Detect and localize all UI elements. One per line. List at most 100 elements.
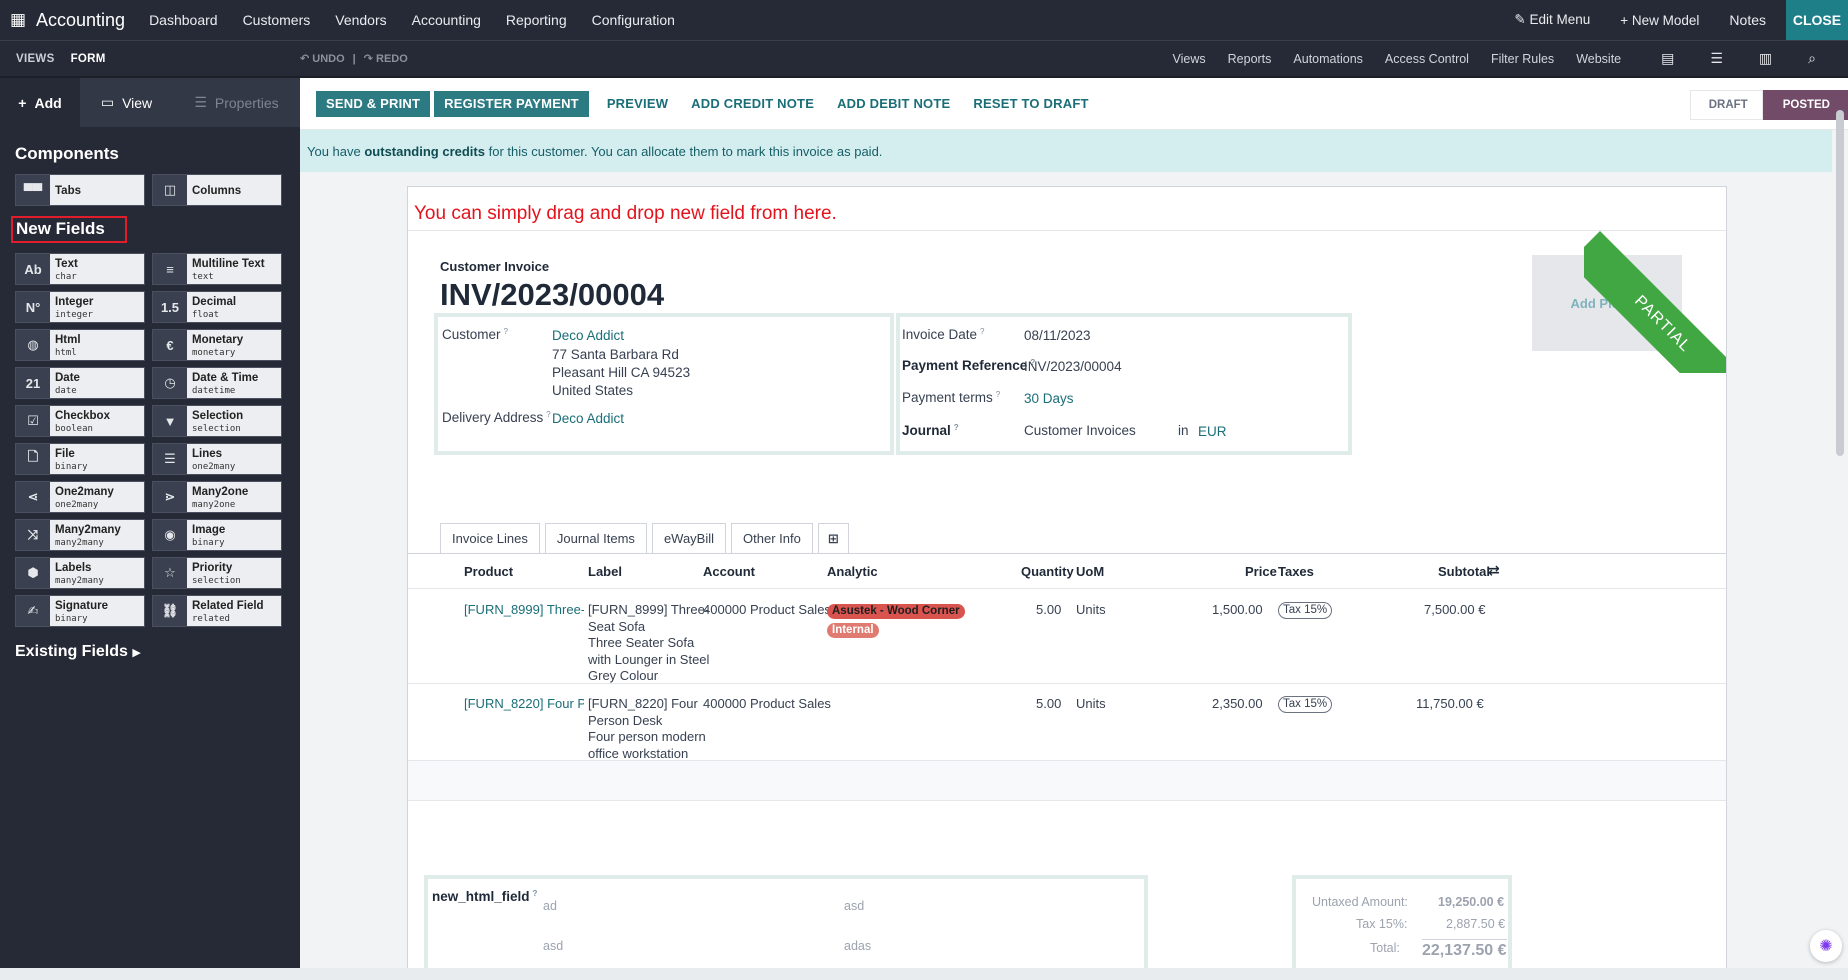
menu-configuration[interactable]: Configuration	[592, 12, 675, 28]
reset-to-draft-button[interactable]: RESET TO DRAFT	[973, 96, 1088, 111]
invoice-date-value[interactable]: 08/11/2023	[1024, 328, 1091, 343]
row-price[interactable]: 2,350.00	[1212, 696, 1263, 711]
add-debit-note-button[interactable]: ADD DEBIT NOTE	[837, 96, 950, 111]
col-quantity[interactable]: Quantity	[1021, 564, 1074, 579]
assistant-brain-icon[interactable]: ✺	[1810, 930, 1842, 962]
link-automations[interactable]: Automations	[1293, 52, 1362, 66]
field-file[interactable]: 🗋 File binary	[15, 443, 145, 475]
link-reports[interactable]: Reports	[1228, 52, 1272, 66]
search-icon[interactable]: ⌕	[1808, 50, 1816, 67]
col-price[interactable]: Price	[1245, 564, 1277, 579]
apps-grid-icon[interactable]: ▦	[0, 0, 36, 40]
send-print-button[interactable]: SEND & PRINT	[316, 90, 431, 117]
notes-button[interactable]: Notes	[1729, 12, 1766, 28]
link-access-control[interactable]: Access Control	[1385, 52, 1469, 66]
row-quantity[interactable]: 5.00	[1036, 602, 1061, 617]
menu-dashboard[interactable]: Dashboard	[149, 12, 218, 28]
row-price[interactable]: 1,500.00	[1212, 602, 1263, 617]
row-quantity[interactable]: 5.00	[1036, 696, 1061, 711]
field-decimal[interactable]: 1.5 Decimal float	[152, 291, 282, 323]
tab-add[interactable]: + Add	[0, 78, 80, 127]
outstanding-credits-link[interactable]: outstanding credits	[364, 144, 485, 159]
close-studio-button[interactable]: CLOSE	[1786, 0, 1848, 40]
component-tabs[interactable]: ▀▀ Tabs	[15, 174, 145, 206]
field-selection[interactable]: ▼ Selection selection	[152, 405, 282, 437]
component-columns[interactable]: ◫ Columns	[152, 174, 282, 206]
tab-invoice-lines[interactable]: Invoice Lines	[440, 523, 540, 554]
field-lines[interactable]: ☰ Lines one2many	[152, 443, 282, 475]
row-label[interactable]: [FURN_8220] Four Person Desk Four person…	[588, 696, 706, 762]
tab-journal-items[interactable]: Journal Items	[544, 523, 647, 553]
html-value[interactable]: ad	[543, 899, 557, 913]
field-related-field[interactable]: ⛓ Related Field related	[152, 595, 282, 627]
row-product[interactable]: [FURN_8220] Four Perso	[464, 696, 584, 711]
tab-other-info[interactable]: Other Info	[731, 523, 813, 553]
register-payment-button[interactable]: REGISTER PAYMENT	[434, 90, 589, 117]
add-tab-button[interactable]: ⊞	[817, 523, 849, 553]
payment-terms-value[interactable]: 30 Days	[1024, 391, 1074, 406]
html-value[interactable]: asd	[844, 899, 864, 913]
existing-fields-toggle[interactable]: Existing Fields ▶	[15, 643, 300, 661]
kanban-view-icon[interactable]: ▥	[1759, 50, 1772, 67]
field-priority[interactable]: ☆ Priority selection	[152, 557, 282, 589]
link-website[interactable]: Website	[1576, 52, 1621, 66]
table-row[interactable]: [FURN_8220] Four Perso [FURN_8220] Four …	[408, 684, 1726, 761]
payment-reference-value[interactable]: INV/2023/00004	[1024, 359, 1122, 374]
field-multiline-text[interactable]: ≡ Multiline Text text	[152, 253, 282, 285]
field-integer[interactable]: N° Integer integer	[15, 291, 145, 323]
field-labels[interactable]: ⬢ Labels many2many	[15, 557, 145, 589]
new-model-button[interactable]: + New Model	[1620, 13, 1699, 28]
html-value[interactable]: adas	[844, 939, 871, 953]
form-view-icon[interactable]: ▤	[1661, 50, 1674, 67]
field-one2many[interactable]: ⋖ One2many one2many	[15, 481, 145, 513]
col-analytic[interactable]: Analytic	[827, 564, 878, 579]
field-image[interactable]: ◉ Image binary	[152, 519, 282, 551]
customer-value[interactable]: Deco Addict	[552, 328, 624, 343]
field-html[interactable]: ◍ Html html	[15, 329, 145, 361]
field-text[interactable]: Ab Text char	[15, 253, 145, 285]
status-draft[interactable]: DRAFT	[1689, 90, 1763, 120]
tax-badge[interactable]: Tax 15%	[1278, 696, 1333, 713]
col-uom[interactable]: UoM	[1076, 564, 1104, 579]
row-account[interactable]: 400000 Product Sales	[703, 696, 831, 711]
tax-badge[interactable]: Tax 15%	[1278, 602, 1333, 619]
field-date-time[interactable]: ◷ Date & Time datetime	[152, 367, 282, 399]
html-value[interactable]: asd	[543, 939, 563, 953]
tab-view[interactable]: ▭ View	[80, 78, 173, 127]
tab-ewaybill[interactable]: eWayBill	[651, 523, 727, 553]
delivery-address-value[interactable]: Deco Addict	[552, 411, 624, 426]
edit-menu-button[interactable]: ✎ Edit Menu	[1514, 12, 1590, 28]
menu-accounting[interactable]: Accounting	[412, 12, 481, 28]
col-product[interactable]: Product	[464, 564, 513, 579]
menu-customers[interactable]: Customers	[243, 12, 311, 28]
row-account[interactable]: 400000 Product Sales	[703, 602, 831, 617]
scrollbar-thumb[interactable]	[1836, 110, 1844, 456]
field-many2many[interactable]: ⤨ Many2many many2many	[15, 519, 145, 551]
tab-properties[interactable]: ☰ Properties	[173, 78, 300, 127]
app-name[interactable]: Accounting	[36, 10, 125, 31]
row-product[interactable]: [FURN_8999] Three-Seat	[464, 602, 584, 617]
breadcrumb-views[interactable]: VIEWS	[16, 53, 55, 65]
add-credit-note-button[interactable]: ADD CREDIT NOTE	[691, 96, 814, 111]
link-views[interactable]: Views	[1173, 52, 1206, 66]
col-account[interactable]: Account	[703, 564, 755, 579]
link-filter-rules[interactable]: Filter Rules	[1491, 52, 1554, 66]
field-signature[interactable]: ✍ Signature binary	[15, 595, 145, 627]
column-settings-icon[interactable]: ⇄	[1488, 562, 1500, 579]
journal-value[interactable]: Customer Invoices	[1024, 423, 1136, 438]
menu-vendors[interactable]: Vendors	[335, 12, 386, 28]
menu-reporting[interactable]: Reporting	[506, 12, 567, 28]
col-label[interactable]: Label	[588, 564, 622, 579]
col-subtotal[interactable]: Subtotal	[1438, 564, 1490, 579]
row-uom[interactable]: Units	[1076, 696, 1106, 711]
row-analytic[interactable]: Asustek - Wood Corner Internal	[827, 602, 965, 640]
field-checkbox[interactable]: ☑ Checkbox boolean	[15, 405, 145, 437]
undo-button[interactable]: ↶ UNDO	[300, 52, 345, 65]
field-many2one[interactable]: ⋗ Many2one many2one	[152, 481, 282, 513]
col-taxes[interactable]: Taxes	[1278, 564, 1314, 579]
list-view-icon[interactable]: ☰	[1710, 50, 1723, 67]
field-date[interactable]: 21 Date date	[15, 367, 145, 399]
currency-value[interactable]: EUR	[1198, 424, 1227, 439]
field-monetary[interactable]: € Monetary monetary	[152, 329, 282, 361]
redo-button[interactable]: ↷ REDO	[364, 52, 408, 65]
